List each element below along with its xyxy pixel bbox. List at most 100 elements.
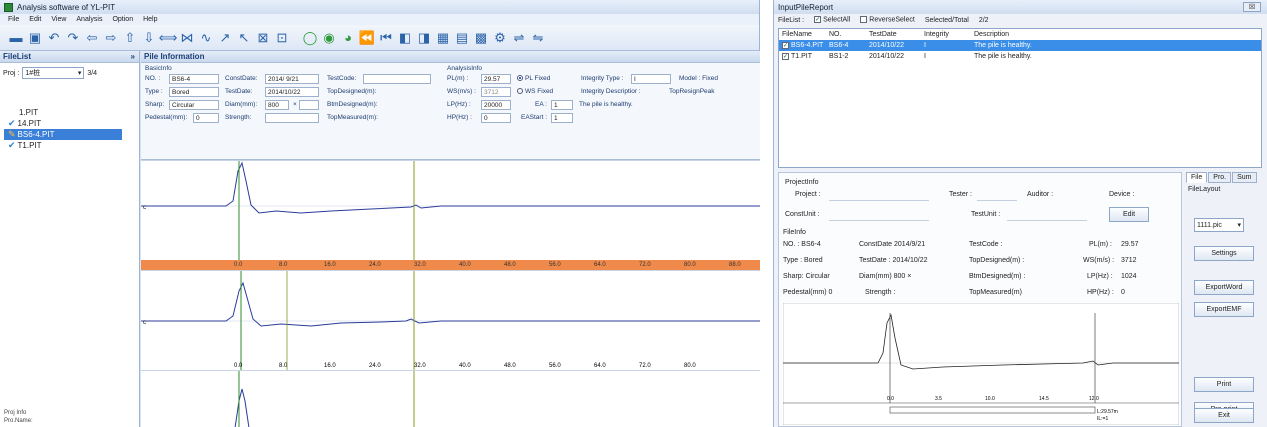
menu-file[interactable]: File (8, 16, 19, 23)
table-header: FileName NO. TestDate Integrity Descript… (779, 29, 1261, 40)
plfixed-radio[interactable]: PL Fixed (517, 75, 550, 82)
strength-select[interactable] (265, 113, 319, 123)
zoom-reset-icon[interactable]: ⊡ (274, 30, 290, 46)
pedestal-field[interactable]: 0 (193, 113, 219, 123)
selectall-checkbox[interactable]: ✓ SelectAll (814, 16, 850, 24)
rep-lp-value: 1024 (1121, 273, 1137, 280)
hp-field[interactable]: 0 (481, 113, 511, 123)
settings-icon[interactable]: ⚙ (492, 30, 508, 46)
open-folder-icon[interactable]: ▬ (8, 30, 24, 46)
chain-icon[interactable]: ⇋ (530, 30, 546, 46)
close-icon[interactable]: ☒ (1243, 2, 1261, 12)
testcode-select[interactable] (363, 74, 431, 84)
model-label: Model : Fixed (679, 75, 719, 82)
expand-h-icon[interactable]: ⟺ (159, 30, 178, 46)
circle-icon[interactable]: ◯ (302, 30, 318, 46)
rep-topmeasured: TopMeasured(m) (969, 289, 1022, 296)
testunit-field[interactable] (1007, 211, 1087, 221)
rep-pl-value: 29.57 (1121, 241, 1139, 248)
proj-select[interactable]: 1#桩 ▾ (22, 67, 85, 79)
pl-field[interactable]: 29.57 (481, 74, 511, 84)
wave-icon[interactable]: ∿ (198, 30, 214, 46)
rep-constdate: ConstDate 2014/9/21 (859, 241, 926, 248)
file-item[interactable]: 1.PIT (4, 107, 139, 118)
redo-icon[interactable]: ↷ (65, 30, 81, 46)
axis-tick-label: 16.0 (324, 262, 336, 268)
exit-button[interactable]: Exit (1194, 408, 1254, 423)
print-button[interactable]: Print (1194, 377, 1254, 392)
no-field[interactable]: BS6-4 (169, 74, 219, 84)
ws-field[interactable]: 3712 (481, 87, 511, 97)
arrow-left-icon[interactable]: ⇦ (84, 30, 100, 46)
chevron-down-icon: ▾ (1237, 222, 1241, 229)
arrow-down-icon[interactable]: ⇩ (141, 30, 157, 46)
exportemf-button[interactable]: ExportEMF (1194, 302, 1254, 317)
table-row[interactable]: ✓ BS6-4.PIT BS6-4 2014/10/22 I The pile i… (779, 40, 1261, 51)
menu-edit[interactable]: Edit (29, 16, 41, 23)
tester-field[interactable] (977, 191, 1017, 201)
cursor-icon[interactable]: ↖ (236, 30, 252, 46)
save-icon[interactable]: ▣ (27, 30, 43, 46)
pin-icon[interactable]: » (131, 52, 135, 61)
chart-c-label: c (143, 205, 146, 211)
waveform-chart-1[interactable]: c (141, 160, 760, 261)
wsfixed-radio[interactable]: WS Fixed (517, 88, 553, 95)
curve-icon[interactable]: ↗ (217, 30, 233, 46)
constdate-field[interactable]: 2014/ 9/21 (265, 74, 319, 84)
constunit-label: ConstUnit : (785, 211, 820, 218)
col-no[interactable]: NO. (829, 31, 869, 38)
reverseselect-checkbox[interactable]: ReverseSelect (860, 16, 915, 24)
menu-help[interactable]: Help (143, 16, 157, 23)
next-box-icon[interactable]: ◨ (416, 30, 432, 46)
project-field[interactable] (829, 191, 929, 201)
lp-field[interactable]: 20000 (481, 100, 511, 110)
grid-icon[interactable]: ▦ (435, 30, 451, 46)
exportword-button[interactable]: ExportWord (1194, 280, 1254, 295)
diam-field[interactable]: 800 (265, 100, 289, 110)
integrity-desc-field[interactable]: The pile is healthy. (579, 101, 633, 108)
eastart-stepper[interactable]: 1 (551, 113, 573, 123)
table-row[interactable]: ✓ T1.PIT BS1-2 2014/10/22 I The pile is h… (779, 51, 1261, 62)
settings-button[interactable]: Settings (1194, 246, 1254, 261)
back-icon[interactable]: ⏮ (378, 30, 394, 46)
waveform-2-svg: c 0.0 8.0 16.0 24.0 32.0 40.0 48.0 56.0 64.0 72.0… (141, 271, 760, 371)
zoom-box-icon[interactable]: ⊠ (255, 30, 271, 46)
waveform-chart-3[interactable] (141, 370, 760, 427)
link-icon[interactable]: ⇌ (511, 30, 527, 46)
edit-button[interactable]: Edit (1109, 207, 1149, 222)
rewind-icon[interactable]: ⏪ (359, 30, 375, 46)
waveform-chart-2[interactable]: c 0.0 8.0 16.0 24.0 32.0 40.0 48.0 56.0 64.0 72.0… (141, 270, 760, 371)
tab-pro[interactable]: Pro. (1208, 172, 1232, 183)
smooth-icon[interactable]: ◕ (340, 30, 356, 46)
col-testdate[interactable]: TestDate (869, 31, 924, 38)
prev-box-icon[interactable]: ◧ (397, 30, 413, 46)
arrow-up-icon[interactable]: ⇧ (122, 30, 138, 46)
sharp-select[interactable]: Circular (169, 100, 219, 110)
filter-icon[interactable]: ◉ (321, 30, 337, 46)
menu-option[interactable]: Option (112, 16, 133, 23)
constunit-field[interactable] (829, 211, 929, 221)
col-integrity[interactable]: Integrity (924, 31, 974, 38)
type-select[interactable]: Bored (169, 87, 219, 97)
file-item-selected[interactable]: ✎ BS6-4.PIT (4, 129, 122, 140)
integrity-type-select[interactable]: I (631, 74, 671, 84)
col-description[interactable]: Description (974, 31, 1174, 38)
rep-pl-label: PL(m) : (1089, 241, 1112, 248)
diam2-field[interactable] (299, 100, 319, 110)
export-icon[interactable]: ▩ (473, 30, 489, 46)
col-filename[interactable]: FileName (779, 31, 829, 38)
file-item[interactable]: ✔ T1.PIT (4, 140, 139, 151)
report-icon[interactable]: ▤ (454, 30, 470, 46)
tab-file[interactable]: File (1186, 172, 1208, 183)
rep-type: Type : Bored (783, 257, 823, 264)
compress-h-icon[interactable]: ⋈ (179, 30, 195, 46)
menu-analysis[interactable]: Analysis (76, 16, 102, 23)
tab-sum[interactable]: Sum (1232, 172, 1257, 183)
menu-view[interactable]: View (51, 16, 66, 23)
layout-select[interactable]: 1111.pic ▾ (1194, 218, 1244, 232)
file-item[interactable]: ✔ 14.PIT (4, 118, 139, 129)
ea-stepper[interactable]: 1 (551, 100, 573, 110)
testdate-field[interactable]: 2014/10/22 (265, 87, 319, 97)
undo-icon[interactable]: ↶ (46, 30, 62, 46)
arrow-right-icon[interactable]: ⇨ (103, 30, 119, 46)
